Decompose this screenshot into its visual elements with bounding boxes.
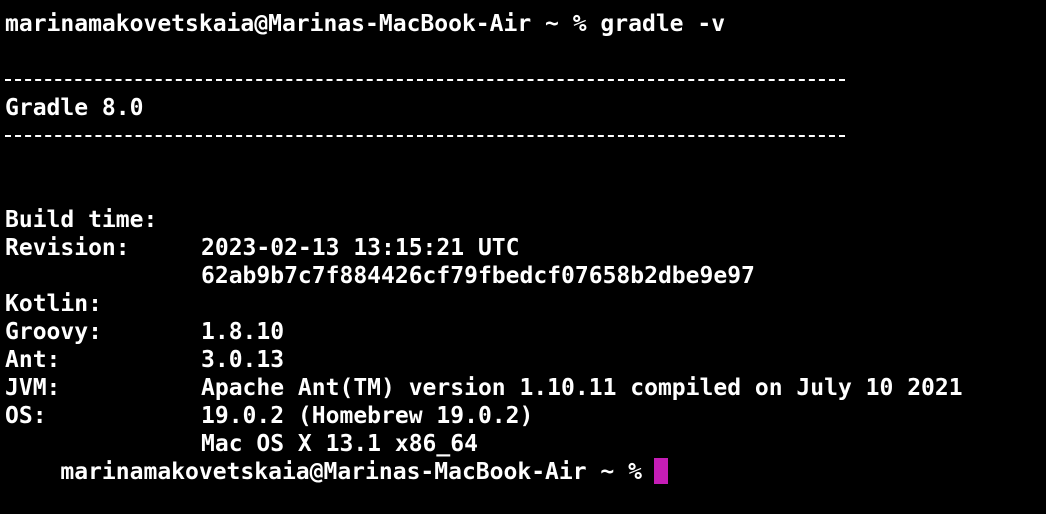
info-key: Revision: bbox=[5, 235, 130, 261]
command-line: marinamakovetskaia@Marinas-MacBook-Air ~… bbox=[5, 11, 726, 37]
cursor bbox=[653, 458, 668, 484]
info-value: 2023-02-13 13:15:21 UTC bbox=[201, 235, 520, 261]
prompt: marinamakovetskaia@Marinas-MacBook-Air ~… bbox=[60, 459, 642, 485]
bottom-divider bbox=[5, 135, 845, 137]
terminal-window[interactable]: marinamakovetskaia@Marinas-MacBook-Air ~… bbox=[5, 5, 1041, 499]
top-divider bbox=[5, 79, 845, 81]
info-row-os: OS: Mac OS X 13.1 x86_64 bbox=[5, 374, 1035, 457]
info-row-build-time: Build time: 2023-02-13 13:15:21 UTC bbox=[5, 178, 1035, 261]
info-row-revision: Revision: 62ab9b7c7f884426cf79fbedcf0765… bbox=[5, 206, 1035, 289]
info-key: OS: bbox=[5, 403, 47, 429]
gradle-version-title: Gradle 8.0 bbox=[5, 95, 144, 121]
info-value: 19.0.2 (Homebrew 19.0.2) bbox=[201, 403, 534, 429]
info-row-ant: Ant: Apache Ant(TM) version 1.10.11 comp… bbox=[5, 318, 1035, 401]
info-row-kotlin: Kotlin: 1.8.10 bbox=[5, 262, 1035, 345]
prompt-line[interactable]: marinamakovetskaia@Marinas-MacBook-Air ~… bbox=[5, 430, 668, 485]
info-row-jvm: JVM: 19.0.2 (Homebrew 19.0.2) bbox=[5, 346, 1035, 429]
info-row-groovy: Groovy: 3.0.13 bbox=[5, 290, 1035, 373]
